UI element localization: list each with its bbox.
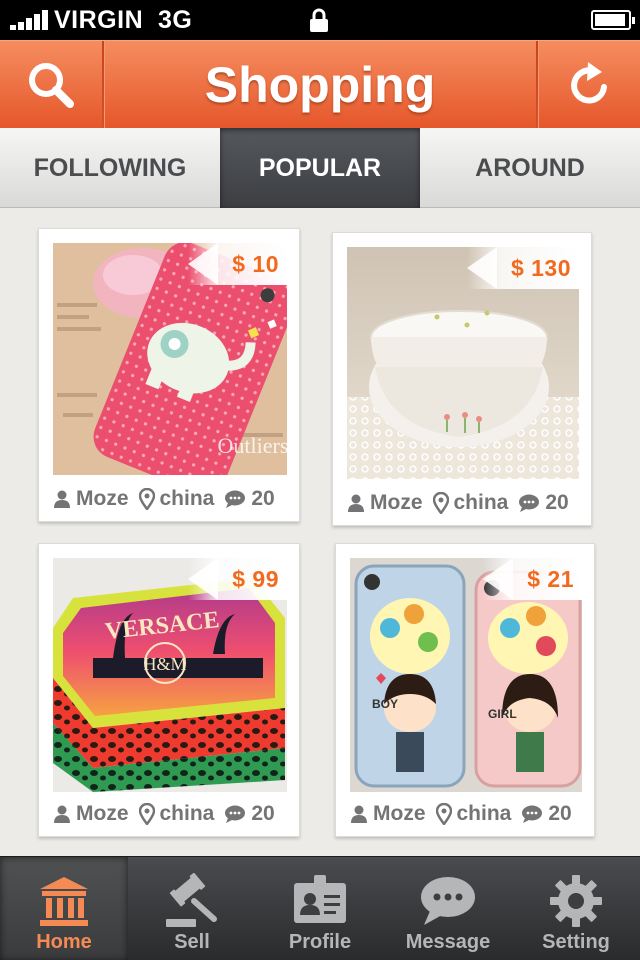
search-button[interactable] xyxy=(0,41,102,129)
refresh-icon xyxy=(571,62,607,104)
product-card[interactable]: Outliers $ 10 Moze china 20 xyxy=(38,228,300,522)
status-bar: VIRGIN 3G xyxy=(0,0,640,40)
product-image-gift-box: VERSACE H&M $ 99 xyxy=(53,558,287,792)
comment-icon xyxy=(518,494,540,512)
tabbar-item-home[interactable]: Home xyxy=(0,857,128,960)
product-image-couple-cases: BOY GIRL $ 21 xyxy=(350,558,582,792)
tabbar-label: Setting xyxy=(542,931,610,953)
refresh-button[interactable] xyxy=(538,41,640,129)
product-card[interactable]: $ 130 Moze china 20 xyxy=(332,232,592,526)
gavel-icon xyxy=(166,873,217,927)
tabbar-label: Home xyxy=(36,931,92,953)
location-pin-icon xyxy=(432,492,449,514)
price-tag: $ 21 xyxy=(483,558,582,600)
product-user: Moze xyxy=(373,802,426,825)
svg-text:GIRL: GIRL xyxy=(488,707,517,721)
product-meta: Moze china 20 xyxy=(350,800,582,828)
product-location: china xyxy=(159,802,215,825)
product-image-bowls: $ 130 xyxy=(347,247,579,479)
product-card[interactable]: VERSACE H&M $ 99 Moze china 20 xyxy=(38,543,300,837)
product-user: Moze xyxy=(370,491,423,514)
tabbar-item-setting[interactable]: Setting xyxy=(512,857,640,960)
id-card-icon xyxy=(294,875,346,923)
user-icon xyxy=(53,805,71,823)
comment-icon xyxy=(224,490,246,508)
tabbar-item-sell[interactable]: Sell xyxy=(128,857,256,960)
network-type: 3G xyxy=(158,6,193,34)
svg-text:Outliers: Outliers xyxy=(218,433,287,458)
user-icon xyxy=(350,805,368,823)
page-title: Shopping xyxy=(204,57,436,113)
product-location: china xyxy=(453,491,509,514)
bottom-tab-bar: Home Sell Profile Message Setting xyxy=(0,856,640,960)
home-icon xyxy=(40,877,88,926)
product-location: china xyxy=(159,487,215,510)
product-price: $ 21 xyxy=(527,565,574,592)
product-user: Moze xyxy=(76,802,129,825)
tab-popular[interactable]: POPULAR xyxy=(220,128,420,208)
comment-icon xyxy=(521,805,543,823)
comment-icon xyxy=(224,805,246,823)
product-price: $ 99 xyxy=(232,565,279,592)
product-location: china xyxy=(456,802,512,825)
search-icon xyxy=(29,63,74,108)
tabbar-label: Message xyxy=(405,931,491,953)
product-meta: Moze china 20 xyxy=(347,489,579,517)
app-header: Shopping xyxy=(0,40,640,129)
location-pin-icon xyxy=(138,803,155,825)
carrier-label: VIRGIN 3G xyxy=(54,6,193,34)
price-tag: $ 130 xyxy=(466,247,579,289)
price-tag: $ 10 xyxy=(188,243,287,285)
segment-tabs: FOLLOWING POPULAR AROUND xyxy=(0,128,640,208)
user-icon xyxy=(53,490,71,508)
battery-icon xyxy=(591,10,635,30)
product-card[interactable]: BOY GIRL $ 21 Moze china 20 xyxy=(335,543,595,837)
tab-following[interactable]: FOLLOWING xyxy=(0,128,220,208)
product-price: $ 130 xyxy=(510,254,571,281)
tabbar-item-profile[interactable]: Profile xyxy=(256,857,384,960)
location-pin-icon xyxy=(138,488,155,510)
price-tag: $ 99 xyxy=(188,558,287,600)
product-comment-count: 20 xyxy=(251,802,275,825)
product-meta: Moze china 20 xyxy=(53,800,285,828)
svg-text:H&M: H&M xyxy=(143,654,186,674)
lock-icon xyxy=(310,8,328,32)
user-icon xyxy=(347,494,365,512)
svg-text:BOY: BOY xyxy=(372,697,398,711)
gear-icon xyxy=(550,875,602,927)
product-image-phone-case: Outliers $ 10 xyxy=(53,243,287,475)
tab-around[interactable]: AROUND xyxy=(420,128,640,208)
chat-bubble-icon xyxy=(421,877,475,925)
tabbar-label: Sell xyxy=(174,931,210,953)
product-user: Moze xyxy=(76,487,129,510)
product-comment-count: 20 xyxy=(251,487,275,510)
tabbar-label: Profile xyxy=(288,931,352,953)
product-comment-count: 20 xyxy=(545,491,569,514)
product-comment-count: 20 xyxy=(548,802,572,825)
product-meta: Moze china 20 xyxy=(53,485,285,513)
location-pin-icon xyxy=(435,803,452,825)
tabbar-item-message[interactable]: Message xyxy=(384,857,512,960)
product-price: $ 10 xyxy=(232,250,279,277)
